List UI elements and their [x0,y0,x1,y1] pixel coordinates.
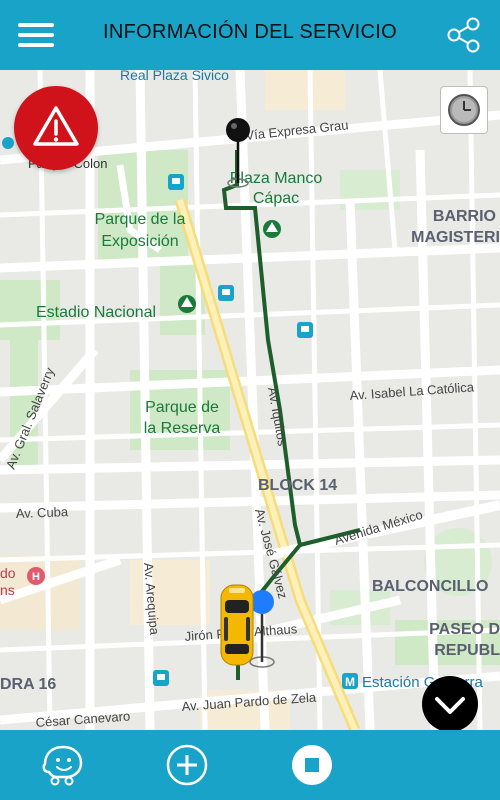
district-label: BALCONCILLO [372,578,488,595]
place-label: do [0,565,16,581]
place-label: Parque de la [95,211,186,228]
taxi-car-icon[interactable] [220,584,254,666]
hospital-icon[interactable]: H [27,567,45,585]
page-title: INFORMACIÓN DEL SERVICIO [103,21,397,43]
place-label: Estadio Nacional [36,304,156,321]
block [265,70,345,110]
bus-stop-icon[interactable] [153,670,169,686]
hamburger-menu-icon[interactable] [18,20,56,50]
svg-text:H: H [32,571,40,583]
bottom-toolbar [0,730,500,800]
place-label: Parque de [145,399,219,416]
bus-stop-icon[interactable] [218,285,234,301]
app-header: INFORMACIÓN DEL SERVICIO [0,0,500,70]
share-icon[interactable] [444,15,484,55]
location-icon [2,137,14,149]
district-label: BLOCK 14 [258,477,337,494]
district-label: BARRIO [433,208,496,225]
clock-icon[interactable] [440,86,488,134]
park-poi-icon[interactable] [178,295,196,313]
place-label: Cápac [253,190,299,207]
bus-stop-icon[interactable] [297,322,313,338]
street-label: Av. Cuba [16,504,70,521]
district-label: REPUBL [434,642,500,659]
place-label: ns [0,582,15,598]
district-label: DRA 16 [0,676,56,693]
place-label: Exposición [101,233,178,250]
station-icon[interactable]: M [342,673,358,689]
district-label: MAGISTERI [411,229,500,246]
district-label: PASEO D [429,621,500,638]
add-circle-icon[interactable] [162,740,212,790]
stop-icon[interactable] [287,740,337,790]
chevron-down-icon[interactable] [422,676,478,732]
svg-text:M: M [345,675,355,689]
park-poi-icon[interactable] [263,220,281,238]
place-label: Plaza Manco [230,170,323,187]
bus-stop-icon[interactable] [168,174,184,190]
place-label: Real Plaza Sivico [120,70,229,83]
alert-triangle-icon[interactable] [14,86,98,170]
waze-icon[interactable] [37,740,87,790]
place-label: la Reserva [144,420,221,437]
